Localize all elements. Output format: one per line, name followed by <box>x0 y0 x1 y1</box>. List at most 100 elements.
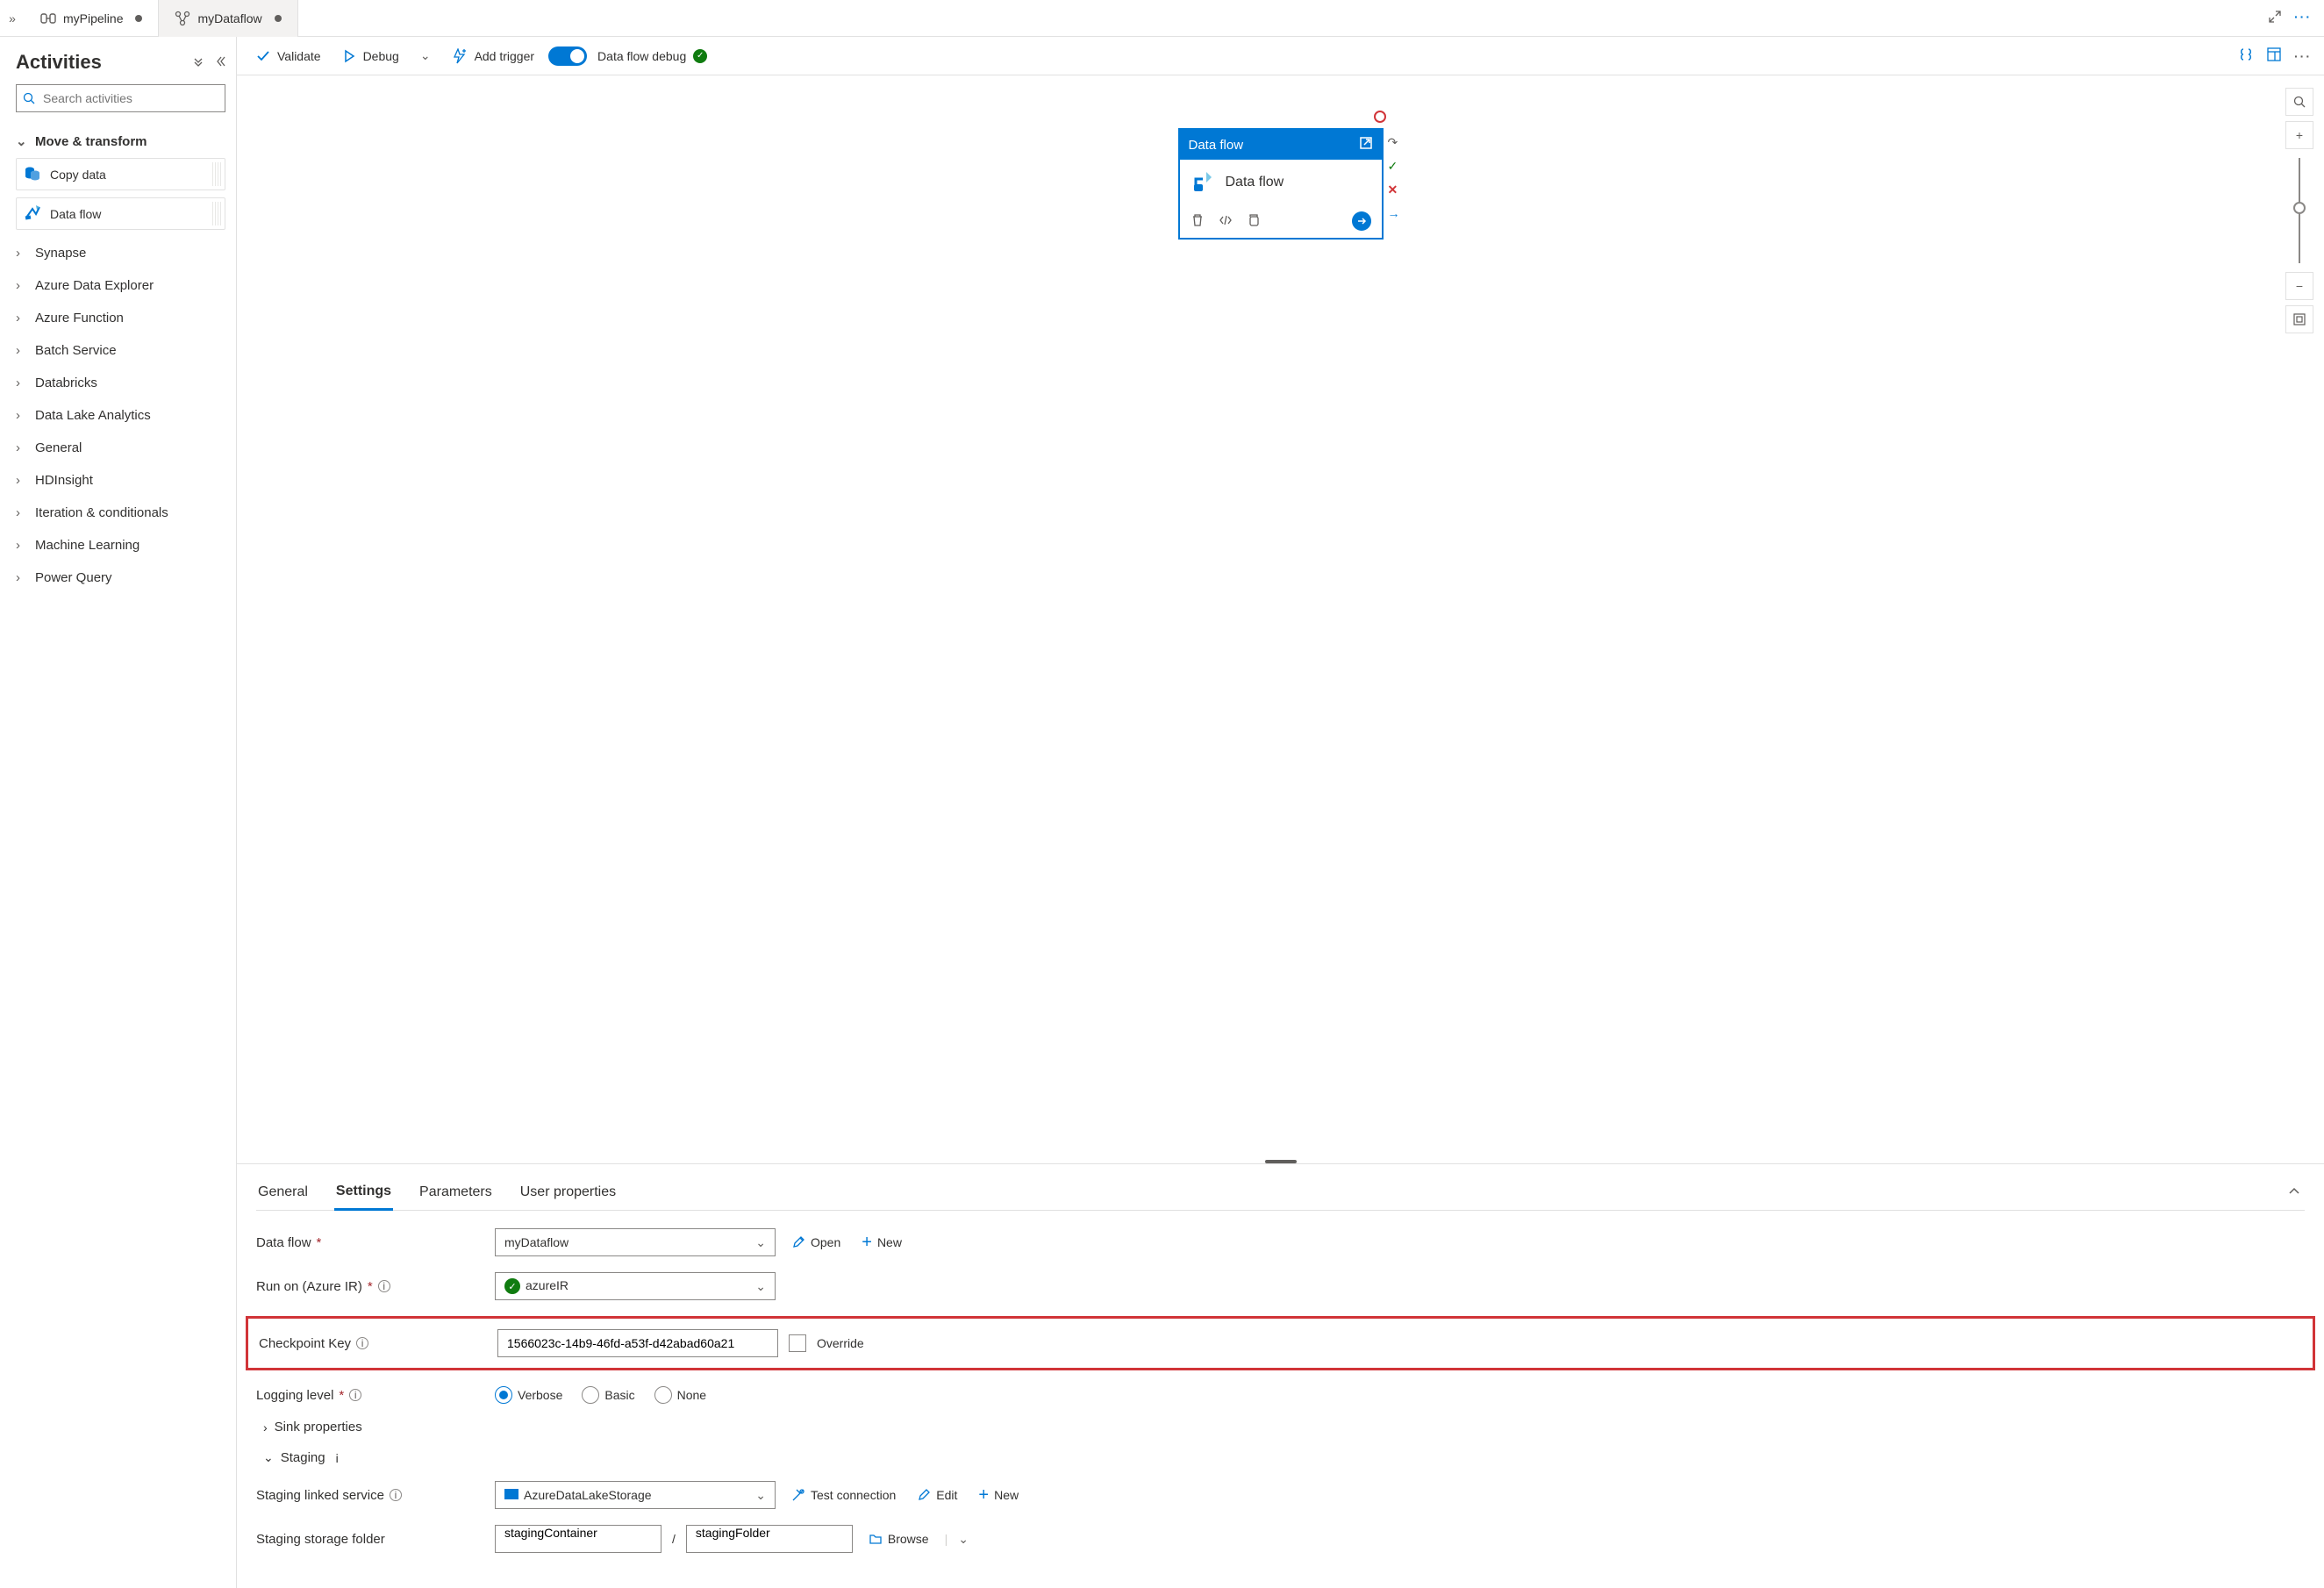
override-checkbox[interactable] <box>789 1334 806 1352</box>
code-icon[interactable] <box>1219 213 1233 230</box>
tab-label: myDataflow <box>197 11 261 25</box>
validation-indicators: ↷ ✓ ✕ → <box>1388 135 1400 220</box>
fit-screen-icon[interactable] <box>2285 305 2313 333</box>
category-item[interactable]: ›Data Lake Analytics <box>16 399 225 432</box>
tab-general[interactable]: General <box>256 1176 310 1209</box>
dataflow-node[interactable]: Data flow Data flow <box>1178 128 1384 240</box>
pipeline-canvas[interactable]: Data flow Data flow ↷ <box>237 75 2324 1163</box>
staging-linked-select[interactable]: AzureDataLakeStorage ⌄ <box>495 1481 776 1509</box>
category-item[interactable]: ›HDInsight <box>16 464 225 497</box>
debug-dropdown[interactable]: ⌄ <box>413 45 438 67</box>
info-icon[interactable]: i <box>336 1451 339 1465</box>
staging-toggle[interactable]: ⌄ Staging i <box>256 1450 2305 1465</box>
collapse-left-icon[interactable] <box>213 55 225 70</box>
category-item[interactable]: ›Synapse <box>16 237 225 269</box>
info-icon[interactable]: i <box>390 1489 402 1501</box>
grip-icon <box>212 162 221 186</box>
check-icon: ✓ <box>504 1278 520 1294</box>
browse-button[interactable]: Browse <box>863 1528 934 1549</box>
category-item[interactable]: ›Machine Learning <box>16 529 225 562</box>
category-item[interactable]: ›General <box>16 432 225 464</box>
activities-sidebar: Activities ⌄ Move & transform Copy data <box>0 37 237 1588</box>
category-item[interactable]: ›Databricks <box>16 367 225 399</box>
chevron-right-icon: › <box>16 246 28 261</box>
redo-icon[interactable]: ↷ <box>1388 135 1400 150</box>
properties-panel: General Settings Parameters User propert… <box>237 1163 2324 1588</box>
panel-resize-handle[interactable] <box>1265 1160 1297 1163</box>
run-icon[interactable] <box>1352 211 1371 231</box>
chevron-right-icon: › <box>16 408 28 423</box>
chevron-right-icon: › <box>16 570 28 585</box>
add-trigger-button[interactable]: Add trigger <box>445 45 541 68</box>
new-linked-button[interactable]: + New <box>973 1482 1024 1509</box>
dataflow-select[interactable]: myDataflow ⌄ <box>495 1228 776 1256</box>
chevron-right-icon: › <box>16 538 28 553</box>
code-view-icon[interactable] <box>2238 46 2254 65</box>
collapse-down-icon[interactable] <box>192 55 204 70</box>
folder-input[interactable] <box>696 1526 843 1540</box>
info-icon[interactable]: i <box>349 1389 361 1401</box>
zoom-out-icon[interactable]: − <box>2285 272 2313 300</box>
zoom-in-icon[interactable]: + <box>2285 121 2313 149</box>
pipeline-toolbar: Validate Debug ⌄ Add trigger Data flow d… <box>237 37 2324 75</box>
info-icon[interactable]: i <box>356 1337 368 1349</box>
dataflow-debug-label: Data flow debug <box>597 49 686 63</box>
zoom-slider[interactable] <box>2299 158 2300 263</box>
collapse-panel-icon[interactable] <box>2287 1184 2305 1201</box>
checkpoint-label: Checkpoint Key <box>259 1336 351 1351</box>
chevron-right-icon: › <box>16 343 28 358</box>
node-title: Data flow <box>1189 138 1244 153</box>
tab-bar: » myPipeline myDataflow ··· <box>0 0 2324 37</box>
success-icon: ✓ <box>1388 159 1400 174</box>
chevron-down-icon: ⌄ <box>16 133 28 149</box>
delete-icon[interactable] <box>1191 213 1205 230</box>
category-item[interactable]: ›Batch Service <box>16 334 225 367</box>
chevron-right-icon: › <box>16 311 28 325</box>
copy-data-icon <box>24 164 41 184</box>
tab-user-properties[interactable]: User properties <box>518 1176 618 1209</box>
tab-parameters[interactable]: Parameters <box>418 1176 494 1209</box>
radio-verbose[interactable]: Verbose <box>495 1386 562 1404</box>
category-move-transform[interactable]: ⌄ Move & transform <box>16 125 225 158</box>
browse-dropdown[interactable]: ⌄ <box>958 1532 969 1547</box>
radio-basic[interactable]: Basic <box>582 1386 634 1404</box>
sink-properties-toggle[interactable]: › Sink properties <box>256 1420 2305 1434</box>
more-actions-icon[interactable]: ··· <box>2294 49 2312 63</box>
activity-data-flow[interactable]: Data flow <box>16 197 225 230</box>
zoom-search-icon[interactable] <box>2285 88 2313 116</box>
breakpoint-icon[interactable] <box>1374 111 1386 123</box>
tab-dataflow[interactable]: myDataflow <box>159 0 297 37</box>
info-icon[interactable]: i <box>378 1280 390 1292</box>
properties-icon[interactable] <box>2266 46 2282 65</box>
runon-select[interactable]: ✓azureIR ⌄ <box>495 1272 776 1300</box>
copy-icon[interactable] <box>1247 213 1261 230</box>
edit-button[interactable]: Edit <box>912 1484 962 1506</box>
expand-left-icon[interactable]: » <box>0 11 25 25</box>
chevron-right-icon: › <box>16 505 28 520</box>
tab-pipeline[interactable]: myPipeline <box>25 0 159 37</box>
category-item[interactable]: ›Power Query <box>16 562 225 594</box>
open-button[interactable]: Open <box>786 1232 846 1253</box>
runon-label: Run on (Azure IR) <box>256 1279 362 1294</box>
category-item[interactable]: ›Azure Function <box>16 302 225 334</box>
open-external-icon[interactable] <box>1359 136 1373 154</box>
category-item[interactable]: ›Azure Data Explorer <box>16 269 225 302</box>
maximize-icon[interactable] <box>2268 10 2282 26</box>
search-input[interactable] <box>16 84 225 112</box>
activity-copy-data[interactable]: Copy data <box>16 158 225 190</box>
tab-settings[interactable]: Settings <box>334 1175 393 1211</box>
radio-none[interactable]: None <box>654 1386 706 1404</box>
checkpoint-input[interactable] <box>507 1336 769 1350</box>
skip-icon: → <box>1388 206 1400 220</box>
new-button[interactable]: + New <box>856 1229 907 1256</box>
test-connection-button[interactable]: Test connection <box>786 1484 901 1506</box>
debug-button[interactable]: Debug <box>335 46 406 67</box>
container-input[interactable] <box>504 1526 652 1540</box>
more-icon[interactable]: ··· <box>2294 10 2312 26</box>
dataflow-debug-toggle[interactable] <box>548 46 587 66</box>
staging-linked-label: Staging linked service <box>256 1488 384 1503</box>
chevron-down-icon: ⌄ <box>755 1488 766 1503</box>
checkpoint-input-wrap <box>497 1329 778 1357</box>
validate-button[interactable]: Validate <box>249 46 328 67</box>
category-item[interactable]: ›Iteration & conditionals <box>16 497 225 529</box>
